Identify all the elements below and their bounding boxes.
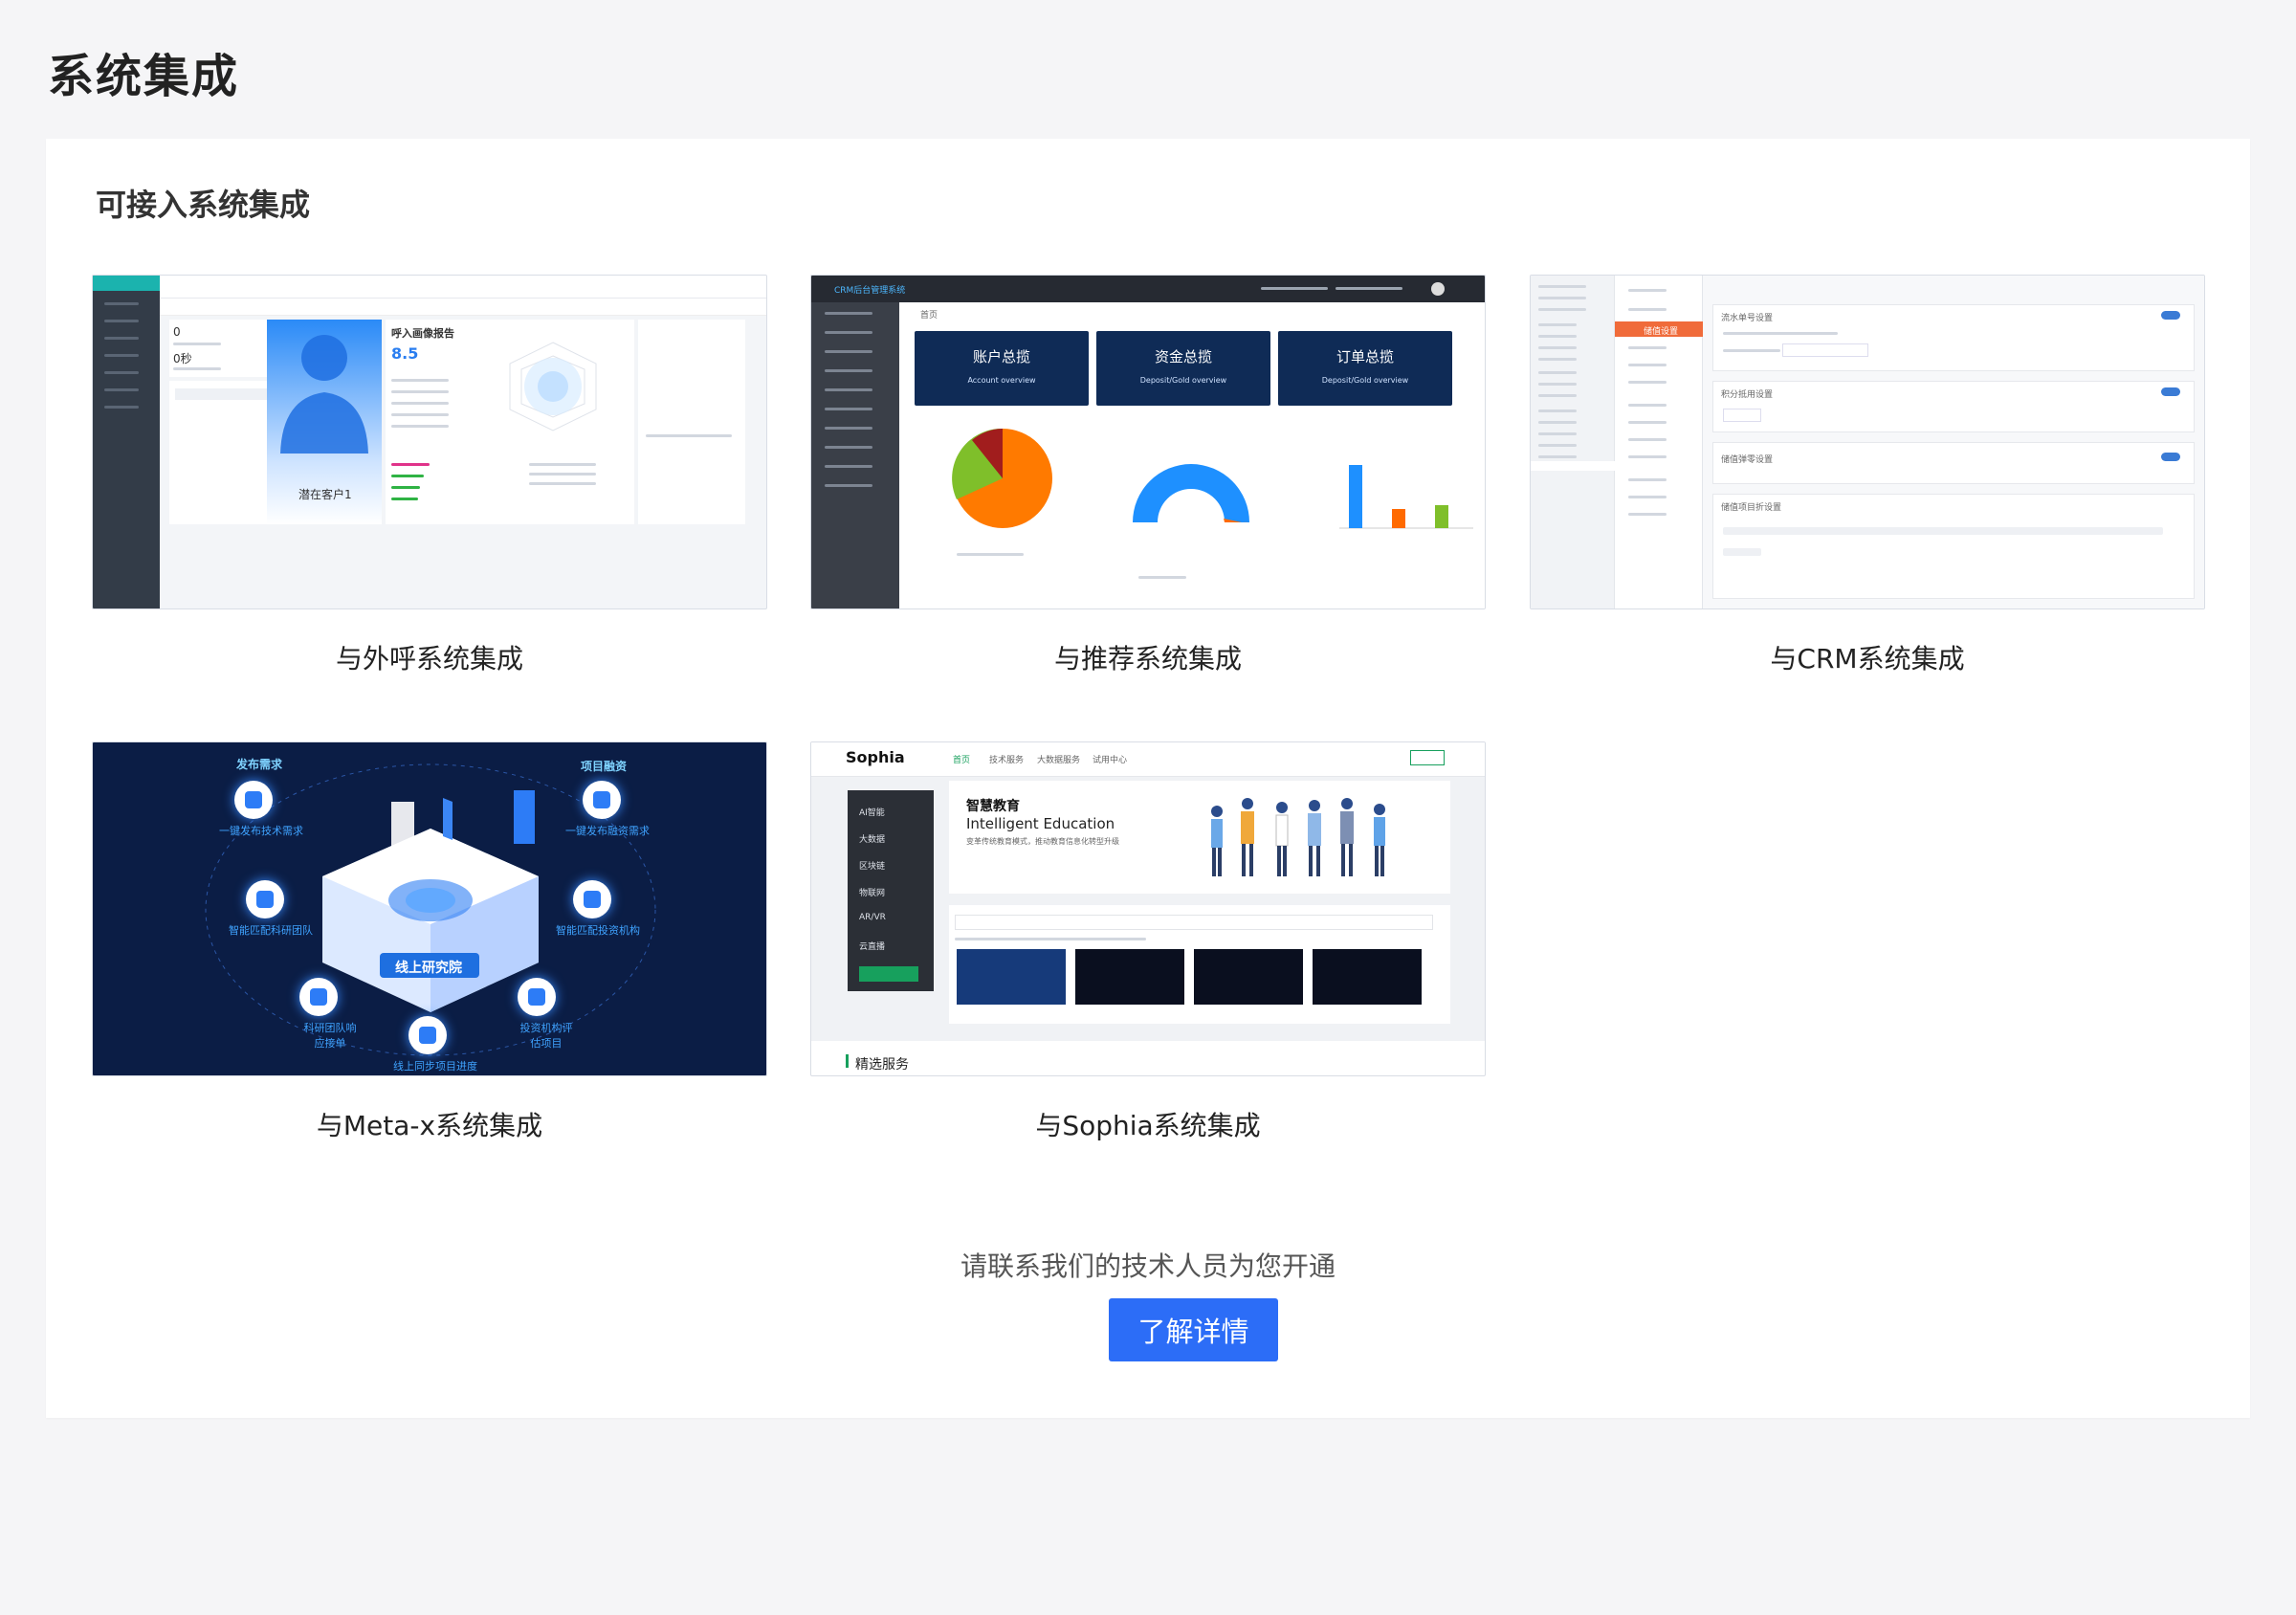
learn-more-button[interactable]: 了解详情 [1109, 1298, 1278, 1361]
sophia-system-preview[interactable]: Sophia 首页 技术服务 大数据服务 试用中心 AI智能 大数据 区块链 物… [810, 741, 1486, 1076]
crm-system-preview[interactable]: 储值设置 流水单号设置 积分抵用设置 储值弹零设置 储值项目折设置 [1530, 275, 2205, 609]
section-title: 可接入系统集成 [96, 187, 311, 223]
call-system-preview[interactable]: 0 0秒 潜在客户1 呼入画像报告 8.5 [92, 275, 767, 609]
integration-label-crm: 与CRM系统集成 [1770, 643, 1965, 675]
integration-label-recommend: 与推荐系统集成 [1053, 643, 1242, 675]
integration-label-sophia: 与Sophia系统集成 [1035, 1110, 1261, 1141]
integration-card: 可接入系统集成 0 0秒 潜在客户1 呼入画像报告 8.5 与外呼系统集成 CR… [46, 139, 2250, 1418]
metax-system-preview[interactable]: 发布需求 项目融资 一键发布技术需求 一键发布融资需求 智能匹配科研团队 智能匹… [92, 741, 767, 1076]
preview-sidebar: AI智能 大数据 区块链 物联网 AR/VR 云直播 [848, 790, 934, 991]
preview-sidebar [1531, 276, 1615, 608]
integration-tile-crm[interactable]: 储值设置 流水单号设置 积分抵用设置 储值弹零设置 储值项目折设置 与CRM系统… [1530, 275, 2205, 676]
integration-tile-call[interactable]: 0 0秒 潜在客户1 呼入画像报告 8.5 与外呼系统集成 [92, 275, 767, 676]
preview-topbar [160, 276, 766, 299]
preview-sidebar [811, 302, 899, 608]
page-title: 系统集成 [48, 50, 240, 103]
preview-topbar: CRM后台管理系统 [811, 276, 1485, 302]
preview-topbar: Sophia 首页 技术服务 大数据服务 试用中心 [811, 742, 1485, 777]
integration-label-metax: 与Meta-x系统集成 [316, 1110, 543, 1141]
integration-tile-recommend[interactable]: CRM后台管理系统 首页 账户总揽 Account overview 资金总揽 … [810, 275, 1486, 676]
integration-label-call: 与外呼系统集成 [335, 643, 523, 675]
contact-text: 请联系我们的技术人员为您开通 [960, 1250, 1336, 1282]
integration-tile-metax[interactable]: 发布需求 项目融资 一键发布技术需求 一键发布融资需求 智能匹配科研团队 智能匹… [92, 741, 767, 1143]
integration-tile-sophia[interactable]: Sophia 首页 技术服务 大数据服务 试用中心 AI智能 大数据 区块链 物… [810, 741, 1486, 1143]
recommend-system-preview[interactable]: CRM后台管理系统 首页 账户总揽 Account overview 资金总揽 … [810, 275, 1486, 609]
preview-sidebar [93, 276, 160, 608]
